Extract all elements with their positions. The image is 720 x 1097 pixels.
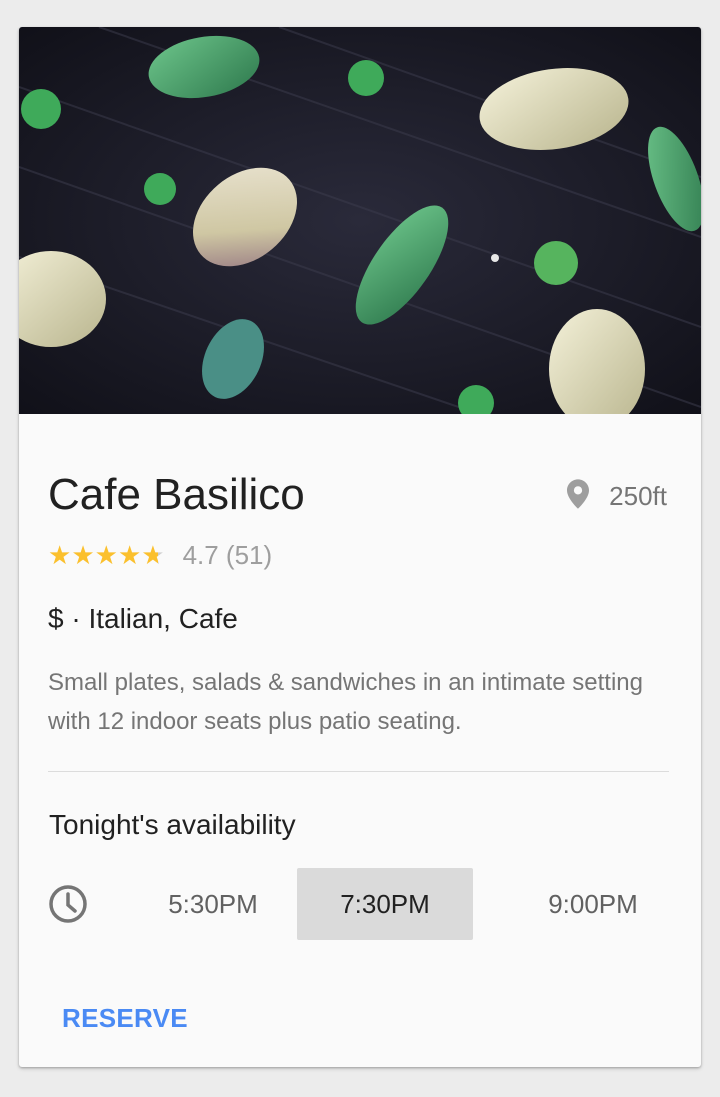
time-slot-2[interactable]: 9:00PM	[508, 868, 678, 940]
distance-text: 250ft	[609, 481, 667, 511]
distance-info: 250ft	[567, 479, 667, 514]
star-icon: ★	[141, 540, 165, 570]
location-pin-icon	[567, 479, 590, 514]
restaurant-card: Cafe Basilico 250ft ★ ★ ★ ★ ★ 4.7 (51) $ · I…	[19, 27, 701, 1067]
restaurant-name: Cafe Basilico	[48, 470, 305, 519]
time-slot-0[interactable]: 5:30PM	[128, 868, 298, 940]
star-icon: ★	[71, 540, 95, 570]
time-slot-1[interactable]: 7:30PM	[297, 868, 473, 940]
star-icon: ★	[48, 540, 72, 570]
rating-row: ★ ★ ★ ★ ★ 4.7 (51)	[48, 539, 272, 571]
clock-icon	[48, 884, 88, 929]
restaurant-description: Small plates, salads & sandwiches in an …	[48, 669, 643, 735]
time-slots: 5:30PM 7:30PM 9:00PM	[48, 868, 678, 940]
reserve-button[interactable]: RESERVE	[62, 1003, 188, 1034]
availability-title: Tonight's availability	[49, 809, 296, 840]
star-icon: ★	[117, 540, 142, 570]
rating-text: 4.7 (51)	[182, 539, 273, 570]
price-category: $ · Italian, Cafe	[48, 603, 238, 634]
divider	[48, 771, 669, 772]
star-icon: ★	[94, 540, 118, 570]
hero-food-image	[19, 27, 701, 414]
star-rating: ★ ★ ★ ★ ★	[48, 539, 165, 571]
